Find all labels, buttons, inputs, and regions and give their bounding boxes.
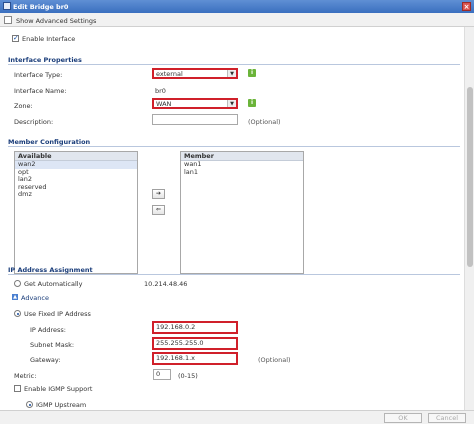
- metric-range-hint: (0-15): [178, 372, 198, 380]
- subnet-mask-label: Subnet Mask:: [30, 341, 75, 349]
- zone-label: Zone:: [14, 102, 33, 110]
- scrollbar-thumb[interactable]: [467, 87, 473, 267]
- list-item[interactable]: wan2: [15, 160, 137, 169]
- enable-igmp-checkbox[interactable]: [14, 385, 21, 392]
- cancel-button[interactable]: Cancel: [428, 413, 466, 423]
- get-automatically-radio[interactable]: [14, 280, 21, 287]
- enable-interface-label: Enable Interface: [22, 35, 76, 43]
- zone-select[interactable]: WAN ▼: [152, 98, 238, 109]
- enable-igmp-label: Enable IGMP Support: [24, 385, 93, 393]
- gateway-optional-hint: (Optional): [258, 356, 291, 364]
- metric-input[interactable]: 0: [153, 369, 171, 380]
- dialog-content: Enable Interface Interface Properties In…: [0, 27, 464, 410]
- dialog-footer: OK Cancel: [0, 410, 474, 424]
- list-item[interactable]: wan1: [181, 160, 303, 169]
- add-member-button[interactable]: ➔: [152, 189, 165, 199]
- show-advanced-settings-link[interactable]: Show Advanced Settings: [16, 17, 96, 25]
- use-fixed-ip-radio[interactable]: [14, 310, 21, 317]
- section-interface-properties: Interface Properties: [8, 56, 82, 64]
- interface-type-value: external: [156, 70, 183, 78]
- ip-address-input[interactable]: 192.168.0.2: [152, 321, 238, 334]
- available-list[interactable]: Available wan2 opt lan2 reserved dmz: [14, 151, 138, 274]
- info-icon[interactable]: i: [248, 99, 256, 107]
- ip-address-label: IP Address:: [30, 326, 66, 334]
- advance-toggle-icon[interactable]: ▲: [12, 294, 18, 300]
- close-icon[interactable]: ×: [462, 2, 471, 11]
- advance-link[interactable]: Advance: [21, 294, 49, 302]
- igmp-upstream-label: IGMP Upstream: [36, 401, 87, 409]
- auto-ip-value: 10.214.48.46: [144, 280, 188, 288]
- use-fixed-ip-label: Use Fixed IP Address: [24, 310, 91, 318]
- interface-name-value: br0: [155, 87, 166, 95]
- divider: [8, 146, 460, 147]
- description-input[interactable]: [152, 114, 238, 125]
- window-title: Edit Bridge br0: [13, 3, 69, 11]
- description-label: Description:: [14, 118, 54, 126]
- interface-type-label: Interface Type:: [14, 71, 63, 79]
- igmp-upstream-radio[interactable]: [26, 401, 33, 408]
- section-member-configuration: Member Configuration: [8, 138, 91, 146]
- section-ip-address-assignment: IP Address Assignment: [8, 266, 93, 274]
- window-titlebar: Edit Bridge br0 ×: [0, 0, 474, 13]
- chevron-down-icon: ▼: [227, 70, 236, 77]
- vertical-scrollbar[interactable]: [464, 27, 474, 410]
- ok-button[interactable]: OK: [384, 413, 422, 423]
- list-item[interactable]: lan1: [181, 168, 303, 177]
- description-optional-hint: (Optional): [248, 118, 281, 126]
- list-item[interactable]: reserved: [15, 183, 137, 192]
- bridge-icon: [3, 2, 11, 10]
- info-icon[interactable]: i: [248, 69, 256, 77]
- interface-name-label: Interface Name:: [14, 87, 67, 95]
- enable-interface-checkbox[interactable]: [12, 34, 19, 42]
- divider: [8, 274, 460, 275]
- metric-label: Metric:: [14, 372, 37, 380]
- toolbar: Show Advanced Settings: [0, 13, 474, 27]
- gateway-label: Gateway:: [30, 356, 61, 364]
- settings-icon: [4, 16, 12, 24]
- list-item[interactable]: dmz: [15, 190, 137, 199]
- member-list[interactable]: Member wan1 lan1: [180, 151, 304, 274]
- divider: [8, 64, 460, 65]
- interface-type-select[interactable]: external ▼: [152, 68, 238, 79]
- chevron-down-icon: ▼: [227, 100, 236, 107]
- get-automatically-label: Get Automatically: [24, 280, 83, 288]
- zone-value: WAN: [156, 100, 172, 108]
- remove-member-button[interactable]: ⇐: [152, 205, 165, 215]
- list-item[interactable]: opt: [15, 168, 137, 177]
- gateway-input[interactable]: 192.168.1.x: [152, 352, 238, 365]
- subnet-mask-input[interactable]: 255.255.255.0: [152, 337, 238, 350]
